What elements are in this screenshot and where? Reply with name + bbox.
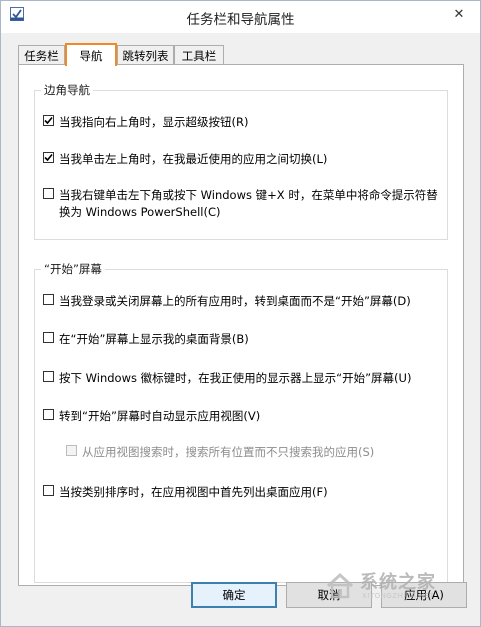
properties-dialog: 任务栏和导航属性 ✕ 任务栏 导航 跳转列表 工具栏 边角导航 当我指向右上角时… — [0, 0, 481, 627]
checkbox[interactable] — [43, 115, 54, 126]
checkmark-icon — [44, 116, 53, 125]
ok-button[interactable]: 确定 — [191, 582, 277, 608]
option-label: 当我右键单击左下角或按下 Windows 键+X 时，在菜单中将命令提示符替换为… — [59, 188, 438, 219]
tab-toolbars[interactable]: 工具栏 — [174, 45, 224, 65]
option-show-apps-view[interactable]: 转到“开始”屏幕时自动显示应用视图(V) — [43, 408, 441, 425]
option-label: 转到“开始”屏幕时自动显示应用视图(V) — [59, 409, 261, 423]
option-label: 当我指向右上角时，显示超级按钮(R) — [59, 115, 249, 129]
option-label: 按下 Windows 徽标键时，在我正使用的显示器上显示“开始”屏幕(U) — [59, 371, 412, 385]
option-label: 当我登录或关闭屏幕上的所有应用时，转到桌面而不是“开始”屏幕(D) — [59, 294, 411, 308]
option-boot-to-desktop[interactable]: 当我登录或关闭屏幕上的所有应用时，转到桌面而不是“开始”屏幕(D) — [43, 293, 441, 310]
tab-jump-lists[interactable]: 跳转列表 — [117, 45, 174, 65]
option-label: 从应用视图搜索时，搜索所有位置而不只搜索我的应用(S) — [82, 445, 375, 459]
close-icon: ✕ — [453, 6, 465, 22]
checkbox[interactable] — [43, 294, 54, 305]
option-label: 在“开始”屏幕上显示我的桌面背景(B) — [59, 332, 249, 346]
tab-taskbar[interactable]: 任务栏 — [18, 45, 65, 65]
checkbox[interactable] — [43, 332, 54, 343]
start-screen-group: “开始”屏幕 当我登录或关闭屏幕上的所有应用时，转到桌面而不是“开始”屏幕(D)… — [34, 261, 448, 583]
option-search-everywhere: 从应用视图搜索时，搜索所有位置而不只搜索我的应用(S) — [66, 444, 441, 461]
checkbox[interactable] — [43, 409, 54, 420]
corner-navigation-group: 边角导航 当我指向右上角时，显示超级按钮(R) 当我单击左上角时，在我最近使用的… — [34, 82, 448, 240]
option-label: 当我单击左上角时，在我最近使用的应用之间切换(L) — [59, 152, 328, 166]
window-title: 任务栏和导航属性 — [186, 12, 295, 28]
option-desktop-background-on-start[interactable]: 在“开始”屏幕上显示我的桌面背景(B) — [43, 331, 441, 348]
group-title: “开始”屏幕 — [41, 261, 105, 277]
option-start-on-active-display[interactable]: 按下 Windows 徽标键时，在我正使用的显示器上显示“开始”屏幕(U) — [43, 370, 441, 387]
checkbox[interactable] — [43, 371, 54, 382]
watermark-text: 系统之家 — [360, 572, 436, 593]
group-title: 边角导航 — [41, 82, 93, 98]
tab-navigation[interactable]: 导航 — [65, 43, 117, 66]
navigation-tab-panel: 边角导航 当我指向右上角时，显示超级按钮(R) 当我单击左上角时，在我最近使用的… — [18, 64, 464, 586]
option-switch-apps-top-left[interactable]: 当我单击左上角时，在我最近使用的应用之间切换(L) — [43, 151, 441, 168]
site-watermark: 系统之家 XITONGZHIJIA.NET — [324, 568, 474, 608]
checkbox[interactable] — [43, 152, 54, 163]
checkbox[interactable] — [43, 188, 54, 199]
close-button[interactable]: ✕ — [444, 2, 474, 26]
option-charms-top-right[interactable]: 当我指向右上角时，显示超级按钮(R) — [43, 114, 441, 131]
checkmark-icon — [44, 153, 53, 162]
option-replace-cmd-powershell[interactable]: 当我右键单击左下角或按下 Windows 键+X 时，在菜单中将命令提示符替换为… — [43, 187, 441, 221]
checkbox[interactable] — [43, 485, 54, 496]
dialog-body: 任务栏 导航 跳转列表 工具栏 边角导航 当我指向右上角时，显示超级按钮(R) — [1, 33, 480, 626]
option-desktop-apps-first[interactable]: 当按类别排序时，在应用视图中首先列出桌面应用(F) — [43, 484, 441, 501]
option-label: 当按类别排序时，在应用视图中首先列出桌面应用(F) — [59, 485, 328, 499]
checkbox-disabled — [66, 445, 77, 456]
house-logo-icon — [326, 572, 354, 599]
watermark-url: XITONGZHIJIA.NET — [362, 592, 435, 600]
title-bar[interactable]: 任务栏和导航属性 ✕ — [1, 1, 480, 33]
